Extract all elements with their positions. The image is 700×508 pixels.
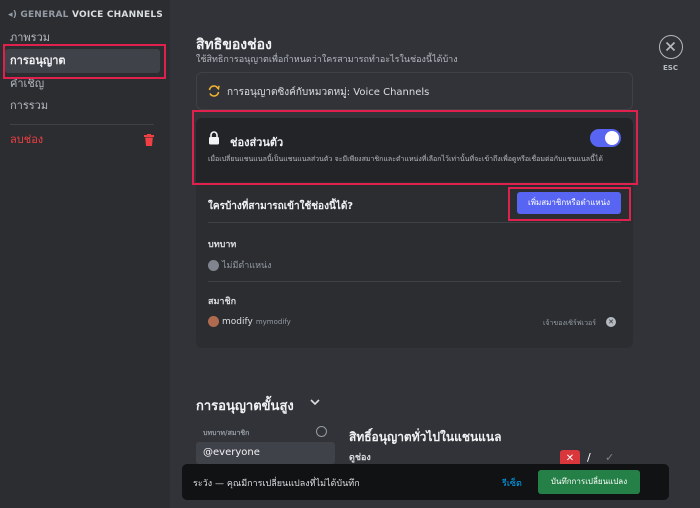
member-handle: mymodify	[255, 318, 291, 326]
add-members-roles-button[interactable]: เพิ่มสมาชิกหรือตำแหน่ง	[517, 192, 621, 214]
sync-icon	[208, 85, 220, 97]
sidebar-divider	[10, 124, 154, 125]
sync-text: การอนุญาตซิงค์กับหมวดหมู่: Voice Channel…	[227, 87, 430, 98]
members-section-label: สมาชิก	[208, 297, 237, 307]
page-subtitle: ใช้สิทธิการอนุญาตเพื่อกำหนดว่าใครสามารถท…	[196, 55, 458, 65]
toggle-knob	[605, 131, 619, 145]
sidebar-header-channels: VOICE CHANNELS	[71, 10, 163, 20]
role-icon	[208, 260, 219, 271]
private-channel-toggle[interactable]	[590, 129, 621, 147]
chevron-down-icon[interactable]	[309, 396, 321, 408]
trash-icon	[144, 134, 154, 146]
private-channel-section: ช่องส่วนตัว เมื่อเปลี่ยนแชนแนลนี้เป็นแชน…	[196, 118, 633, 182]
member-row: modify mymodify	[208, 316, 291, 327]
save-changes-button[interactable]: บันทึกการเปลี่ยนแปลง	[538, 470, 640, 494]
member-name: modify	[222, 317, 253, 327]
advanced-permissions-title: การอนุญาตขั้นสูง	[196, 399, 294, 414]
neutral-permission-button[interactable]: /	[587, 451, 591, 464]
sidebar-header-prefix: GENERAL	[20, 10, 69, 20]
delete-channel-button[interactable]: ลบช่อง	[5, 128, 160, 152]
sidebar-item-permissions[interactable]: การอนุญาต	[5, 49, 160, 73]
divider	[208, 222, 621, 223]
general-permissions-title: สิทธิ์อนุญาตทั่วไปในแชนแนล	[349, 430, 502, 444]
lock-icon	[209, 131, 219, 145]
private-channel-description: เมื่อเปลี่ยนแชนแนลนี้เป็นแชนแนลส่วนตัว จ…	[208, 155, 603, 163]
sidebar-item-overview[interactable]: ภาพรวม	[5, 26, 160, 50]
owner-label: เจ้าของเซิร์ฟเวอร์	[543, 319, 596, 327]
allow-permission-button[interactable]: ✓	[605, 451, 614, 464]
no-roles-text: ไม่มีตำแหน่ง	[222, 261, 272, 271]
roles-members-label: บทบาท/สมาชิก	[203, 429, 250, 437]
permissions-card: ช่องส่วนตัว เมื่อเปลี่ยนแชนแนลนี้เป็นแชน…	[196, 118, 633, 348]
unsaved-changes-bar: ระวัง — คุณมีการเปลี่ยนแปลงที่ไม่ได้บันท…	[182, 464, 669, 500]
who-can-access-label: ใครบ้างที่สามารถเข้าใช้ช่องนี้ได้?	[208, 201, 354, 212]
settings-sidebar: ◂) GENERAL VOICE CHANNELS ภาพรวม การอนุญ…	[0, 0, 170, 508]
reset-button[interactable]: รีเซ็ต	[502, 476, 522, 490]
no-roles-row: ไม่มีตำแหน่ง	[208, 258, 272, 272]
esc-label: ESC	[663, 64, 678, 72]
sync-notice: การอนุญาตซิงค์กับหมวดหมู่: Voice Channel…	[196, 72, 633, 110]
close-button[interactable]	[659, 35, 683, 59]
sidebar-item-integrations[interactable]: การรวม	[5, 94, 160, 118]
add-role-icon[interactable]	[316, 426, 327, 437]
view-channel-label: ดูช่อง	[349, 453, 371, 463]
sidebar-item-invites[interactable]: คำเชิญ	[5, 72, 160, 96]
sidebar-header: ◂) GENERAL VOICE CHANNELS	[8, 10, 163, 20]
avatar	[208, 316, 219, 327]
unsaved-warning: ระวัง — คุณมีการเปลี่ยนแปลงที่ไม่ได้บันท…	[193, 479, 360, 489]
speaker-icon: ◂)	[8, 10, 18, 20]
divider	[208, 281, 621, 282]
private-channel-title: ช่องส่วนตัว	[230, 136, 284, 149]
remove-member-icon[interactable]: ✕	[606, 317, 616, 327]
roles-section-label: บทบาท	[208, 240, 237, 250]
role-everyone[interactable]: @everyone	[196, 442, 335, 464]
delete-channel-label: ลบช่อง	[10, 133, 44, 146]
close-icon	[665, 41, 676, 52]
